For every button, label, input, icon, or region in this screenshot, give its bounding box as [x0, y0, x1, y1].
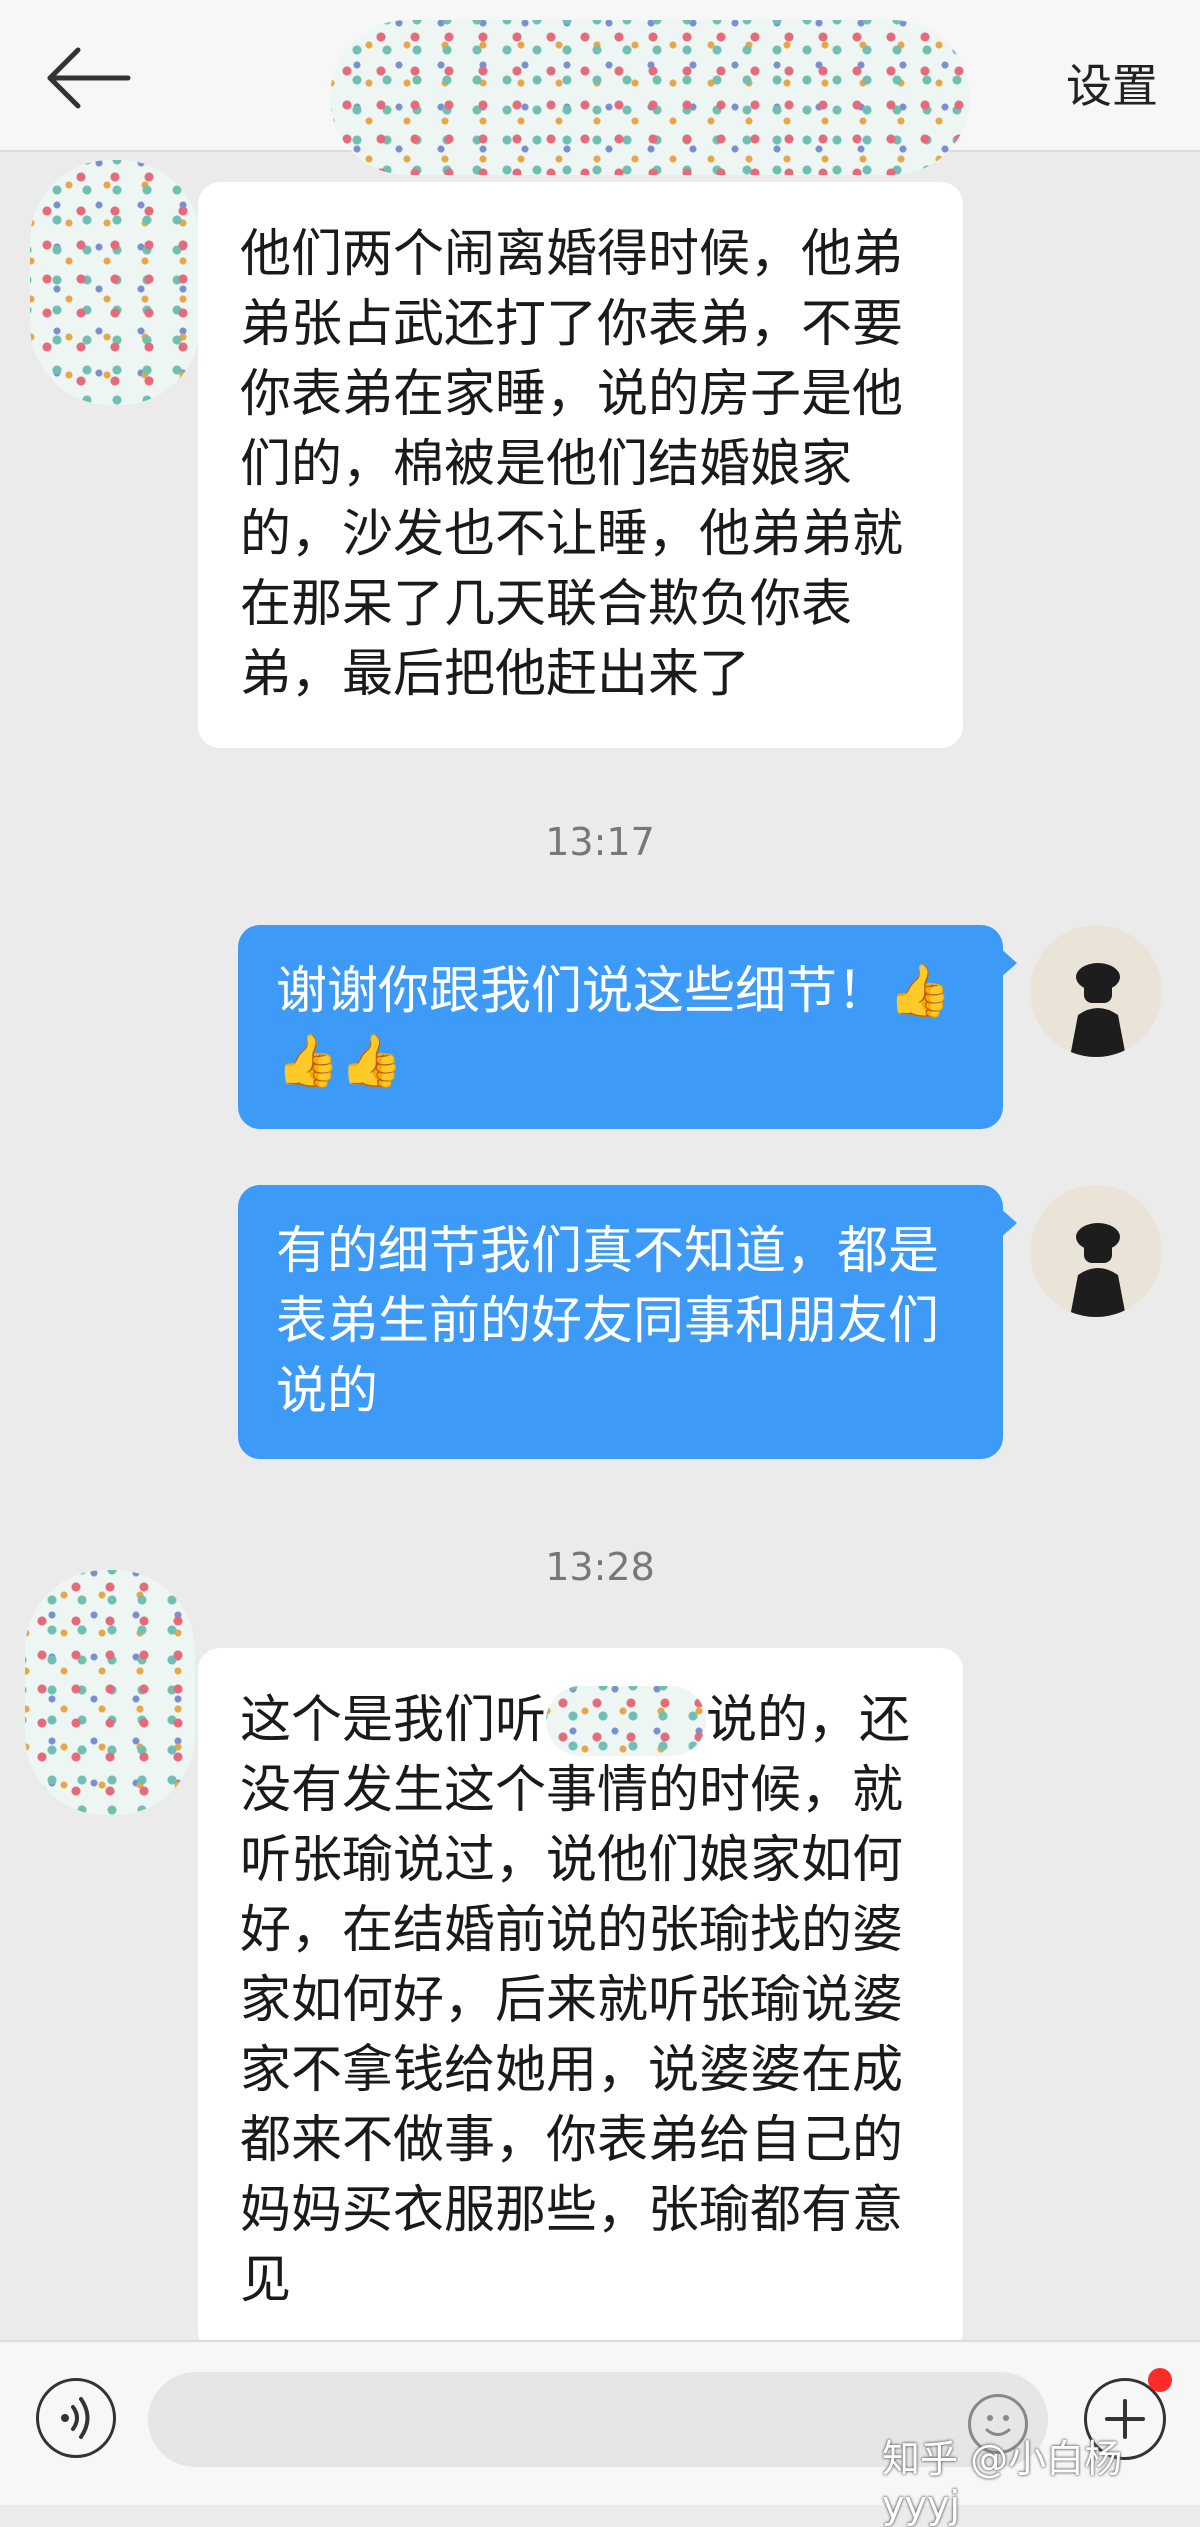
person-silhouette-icon	[1070, 1223, 1126, 1317]
timestamp: 13:17	[545, 820, 655, 864]
watermark: 知乎 @小白杨yyyj	[882, 2437, 1123, 2527]
name-redaction-mask	[546, 1686, 707, 1756]
incoming-message-bubble[interactable]: 这个是我们听 说的，还 没有发生这个事情的时候，就 听张瑜说过，说他们娘家如何 好…	[198, 1648, 963, 2354]
notification-badge	[1148, 2368, 1172, 2392]
incoming-message-bubble[interactable]: 他们两个闹离婚得时候，他弟 弟张占武还打了你表弟，不要 你表弟在家睡，说的房子是…	[198, 182, 963, 748]
message-text-part: 说的，还 没有发生这个事情的时候，就 听张瑜说过，说他们娘家如何 好，在结婚前说…	[240, 1691, 911, 2310]
voice-icon	[61, 2397, 90, 2439]
chat-message-list[interactable]: 他们两个闹离婚得时候，他弟 弟张占武还打了你表弟，不要 你表弟在家睡，说的房子是…	[0, 150, 1200, 2354]
message-text-part: 这个是我们听	[240, 1691, 547, 1750]
settings-button[interactable]: 设置	[1066, 50, 1158, 116]
timestamp: 13:28	[545, 1545, 655, 1589]
voice-button[interactable]	[36, 2378, 116, 2458]
outgoing-message-bubble[interactable]: 谢谢你跟我们说这些细节！👍 👍👍	[238, 925, 1017, 1129]
outgoing-message-bubble[interactable]: 有的细节我们真不知道，都是 表弟生前的好友同事和朋友们 说的	[238, 1185, 1017, 1459]
back-arrow-icon	[47, 47, 131, 109]
message-text: 这个是我们听 说的，还 没有发生这个事情的时候，就 听张瑜说过，说他们娘家如何 好…	[240, 1686, 921, 2316]
message-text: 谢谢你跟我们说这些细节！👍 👍👍	[276, 962, 952, 1091]
message-text: 有的细节我们真不知道，都是 表弟生前的好友同事和朋友们 说的	[276, 1222, 940, 1421]
input-bar: 知乎 @小白杨yyyj	[0, 2340, 1200, 2527]
person-silhouette-icon	[1070, 963, 1126, 1057]
message-text: 他们两个闹离婚得时候，他弟 弟张占武还打了你表弟，不要 你表弟在家睡，说的房子是…	[240, 225, 904, 704]
user-avatar[interactable]	[1030, 1185, 1162, 1317]
contact-avatar-redacted[interactable]	[25, 1570, 195, 1815]
back-button[interactable]	[40, 38, 140, 118]
contact-avatar-redacted[interactable]	[30, 160, 200, 405]
user-avatar[interactable]	[1030, 925, 1162, 1057]
top-bar: 设置	[0, 0, 1200, 175]
